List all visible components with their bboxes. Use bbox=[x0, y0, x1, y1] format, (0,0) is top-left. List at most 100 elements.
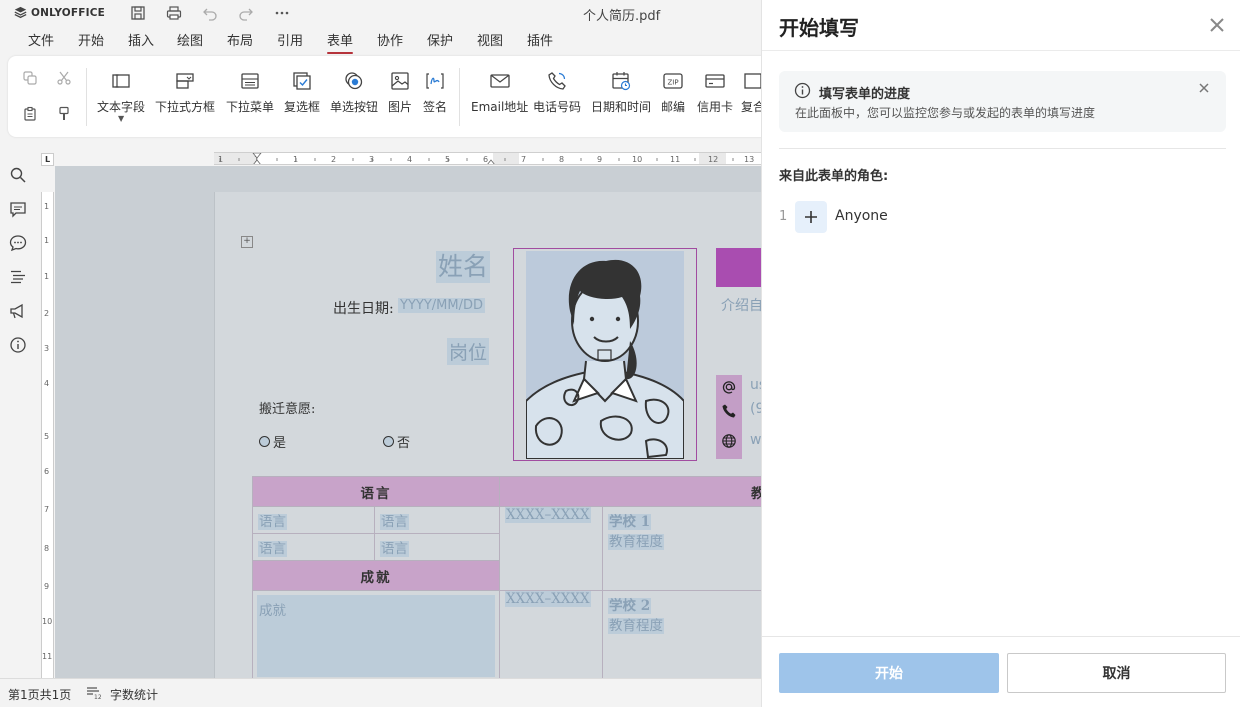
dropdown-icon bbox=[241, 73, 259, 89]
education-school-cell[interactable]: 学校 2 教育程度 bbox=[602, 590, 761, 678]
document-page[interactable]: + 姓名 出生日期: YYYY/MM/DD 岗位 搬迁意愿: 是 否 介绍自 u… bbox=[214, 192, 761, 678]
menu-collaboration[interactable]: 协作 bbox=[377, 30, 403, 49]
chevron-down-icon[interactable]: ▼ bbox=[118, 114, 124, 123]
svg-text:1: 1 bbox=[218, 155, 223, 164]
word-count-icon[interactable]: 12 bbox=[86, 685, 102, 701]
dropdown-button[interactable]: 下拉菜单 bbox=[226, 70, 274, 115]
relocation-yes-radio[interactable]: 是 bbox=[259, 432, 286, 451]
education-years-cell[interactable]: XXXX–XXXX bbox=[499, 590, 603, 678]
info-title: 填写表单的进度 bbox=[819, 87, 911, 102]
document-title: 个人简历.pdf bbox=[583, 9, 661, 24]
school-field[interactable]: 学校 1 bbox=[608, 514, 652, 530]
email-button[interactable]: Email地址 bbox=[471, 70, 528, 115]
cut-icon[interactable] bbox=[53, 67, 75, 89]
menu-forms[interactable]: 表单 bbox=[327, 30, 354, 54]
document-canvas[interactable]: + 姓名 出生日期: YYYY/MM/DD 岗位 搬迁意愿: 是 否 介绍自 u… bbox=[55, 166, 761, 678]
redo-icon[interactable] bbox=[237, 4, 255, 22]
text-field-icon bbox=[112, 74, 130, 88]
signature-button[interactable]: 签名 bbox=[423, 70, 447, 115]
language-cell[interactable]: 语言 bbox=[374, 506, 500, 534]
image-button[interactable]: 图片 bbox=[388, 70, 412, 115]
menu-view[interactable]: 视图 bbox=[477, 30, 503, 49]
degree-field[interactable]: 教育程度 bbox=[608, 618, 664, 634]
education-header: 教育 bbox=[499, 476, 761, 507]
info-icon[interactable] bbox=[9, 336, 27, 354]
phone-icon bbox=[548, 72, 566, 90]
roles-label: 来自此表单的角色: bbox=[779, 169, 889, 184]
menu-protect[interactable]: 保护 bbox=[427, 30, 453, 49]
svg-text:12: 12 bbox=[94, 694, 101, 700]
menu-plugins[interactable]: 插件 bbox=[527, 30, 553, 49]
page-count[interactable]: 第1页共1页 bbox=[8, 686, 71, 703]
zip-label: 邮编 bbox=[661, 100, 686, 114]
undo-icon[interactable] bbox=[201, 4, 219, 22]
language-cell[interactable]: 语言 bbox=[252, 506, 375, 534]
cancel-button[interactable]: 取消 bbox=[1007, 653, 1226, 693]
start-button[interactable]: 开始 bbox=[779, 653, 999, 693]
education-years-cell[interactable]: XXXX–XXXX bbox=[499, 506, 603, 591]
menu-references[interactable]: 引用 bbox=[277, 30, 303, 49]
copy-icon[interactable] bbox=[19, 67, 41, 89]
school-field[interactable]: 学校 2 bbox=[608, 598, 652, 614]
word-count-label[interactable]: 字数统计 bbox=[110, 686, 158, 703]
divider bbox=[762, 636, 1240, 637]
intro-field[interactable]: 介绍自 bbox=[721, 295, 761, 315]
birth-date-field[interactable]: YYYY/MM/DD bbox=[398, 298, 485, 313]
checkbox-button[interactable]: 复选框 bbox=[284, 70, 320, 115]
more-icon[interactable] bbox=[273, 4, 291, 22]
degree-field[interactable]: 教育程度 bbox=[608, 534, 664, 550]
photo-field[interactable] bbox=[513, 248, 697, 461]
horizontal-ruler: 11123 45678 9 10 11 12 13 bbox=[214, 152, 761, 165]
menu-insert[interactable]: 插入 bbox=[128, 30, 154, 49]
position-field[interactable]: 岗位 bbox=[447, 338, 490, 365]
close-icon[interactable] bbox=[1206, 14, 1228, 36]
paste-icon[interactable] bbox=[19, 103, 41, 125]
calendar-icon bbox=[612, 72, 631, 91]
credit-card-button[interactable]: 信用卡 bbox=[697, 70, 733, 115]
format-painter-icon[interactable] bbox=[53, 103, 75, 125]
close-icon[interactable] bbox=[1197, 81, 1211, 95]
achievement-cell[interactable]: 成就 bbox=[252, 590, 500, 678]
menu-file[interactable]: 文件 bbox=[28, 30, 54, 49]
email-contact-field[interactable]: us bbox=[750, 377, 761, 393]
datetime-button[interactable]: 日期和时间 bbox=[591, 70, 651, 115]
menu-home[interactable]: 开始 bbox=[78, 30, 104, 49]
text-field-button[interactable]: 文本字段 bbox=[97, 70, 145, 115]
chat-icon[interactable] bbox=[9, 234, 27, 252]
language-cell[interactable]: 语言 bbox=[374, 533, 500, 561]
image-icon bbox=[391, 72, 409, 90]
achievement-field[interactable]: 成就 bbox=[257, 595, 495, 677]
photo-image bbox=[526, 251, 684, 459]
radio-button-label: 单选按钮 bbox=[330, 100, 379, 114]
menu-draw[interactable]: 绘图 bbox=[177, 30, 203, 49]
toolbar-separator bbox=[86, 68, 87, 126]
tab-stop-selector[interactable]: L bbox=[41, 153, 54, 166]
navigation-icon[interactable] bbox=[9, 268, 27, 286]
table-move-handle[interactable]: + bbox=[241, 236, 253, 248]
combo-box-button[interactable]: 下拉式方框 bbox=[155, 70, 215, 115]
menu-layout[interactable]: 布局 bbox=[227, 30, 253, 49]
relocation-no-radio[interactable]: 否 bbox=[383, 432, 410, 451]
radio-button-button[interactable]: 单选按钮 bbox=[330, 70, 378, 115]
comment-icon[interactable] bbox=[9, 200, 27, 218]
complex-field-button[interactable]: 复合 bbox=[741, 70, 761, 115]
zip-button[interactable]: ZIP 邮编 bbox=[661, 70, 685, 115]
name-field[interactable]: 姓名 bbox=[436, 251, 491, 283]
language-cell[interactable]: 语言 bbox=[252, 533, 375, 561]
feedback-icon[interactable] bbox=[9, 302, 27, 320]
svg-text:3: 3 bbox=[369, 155, 374, 164]
svg-text:9: 9 bbox=[597, 155, 602, 164]
save-icon[interactable] bbox=[129, 4, 147, 22]
zip-icon: ZIP bbox=[663, 73, 683, 89]
relocation-label: 搬迁意愿: bbox=[259, 402, 316, 417]
phone-contact-field[interactable]: (9 bbox=[750, 401, 761, 417]
phone-button[interactable]: 电话号码 bbox=[533, 70, 581, 115]
website-contact-field[interactable]: w bbox=[750, 432, 761, 448]
forms-toolbar: 文本字段 下拉式方框 下拉菜单 复选框 单选按钮 图片 签名 Email地址 电… bbox=[8, 56, 761, 137]
print-icon[interactable] bbox=[165, 4, 183, 22]
education-school-cell[interactable]: 学校 1 教育程度 bbox=[602, 506, 761, 591]
search-icon[interactable] bbox=[9, 166, 27, 184]
app-logo-text: ONLYOFFICE bbox=[31, 6, 106, 19]
text-field-label: 文本字段 bbox=[97, 100, 146, 114]
add-role-button[interactable] bbox=[795, 201, 827, 233]
